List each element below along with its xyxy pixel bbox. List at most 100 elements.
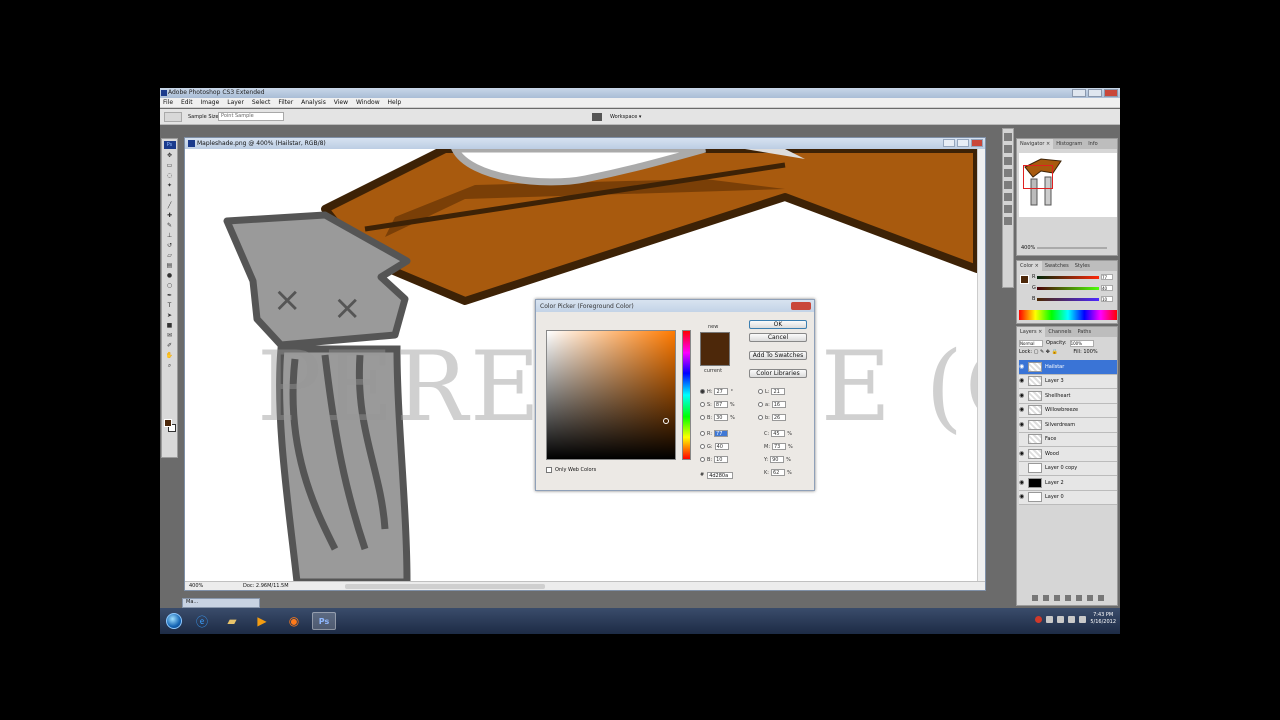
dodge-tool-icon[interactable]: ○ xyxy=(165,282,174,289)
recording-icon[interactable] xyxy=(1035,615,1043,623)
actions-panel-icon[interactable] xyxy=(1004,145,1012,153)
zoom-tool-icon[interactable]: ⌕ xyxy=(165,362,174,369)
blur-tool-icon[interactable]: ● xyxy=(165,272,174,279)
hex-field[interactable]: 4d280a xyxy=(707,472,734,479)
menu-layer[interactable]: Layer xyxy=(224,98,247,107)
blue-field[interactable]: 10 xyxy=(714,456,729,463)
lock-icons[interactable]: ▢ ✎ ✥ 🔒 xyxy=(1034,349,1058,355)
navigator-zoom[interactable]: 400% xyxy=(1021,245,1035,251)
internet-explorer-icon[interactable]: ⓔ xyxy=(190,612,214,630)
h-radio[interactable] xyxy=(700,389,705,394)
eyedropper-tool-icon[interactable]: ✐ xyxy=(165,342,174,349)
color-field[interactable] xyxy=(546,330,676,460)
visibility-eye-icon[interactable]: ◉ xyxy=(1019,392,1025,399)
tray-icon-1[interactable] xyxy=(1046,615,1054,623)
color-picker-close-button[interactable] xyxy=(791,302,811,310)
navigator-view-box[interactable] xyxy=(1023,165,1053,189)
layer-row[interactable]: Layer 0 copy xyxy=(1019,461,1117,476)
workspace-menu[interactable]: Workspace ▾ xyxy=(610,114,641,120)
layer-row[interactable]: ◉ Layer 2 xyxy=(1019,476,1117,491)
ok-button[interactable]: OK xyxy=(749,320,807,329)
folder-icon[interactable]: ▰ xyxy=(220,612,244,630)
menu-image[interactable]: Image xyxy=(198,98,223,107)
character-panel-icon[interactable] xyxy=(1004,193,1012,201)
clone-stamp-tool-icon[interactable]: ⊥ xyxy=(165,232,174,239)
r-field[interactable]: 77 xyxy=(714,430,729,437)
tab-histogram[interactable]: Histogram xyxy=(1053,139,1085,149)
volume-icon[interactable] xyxy=(1079,615,1087,623)
doc-minimize-button[interactable] xyxy=(943,139,955,147)
color-libraries-button[interactable]: Color Libraries xyxy=(749,369,807,378)
marquee-tool-icon[interactable]: ▭ xyxy=(165,162,174,169)
layer-row[interactable]: Face xyxy=(1019,432,1117,447)
tab-layers[interactable]: Layers × xyxy=(1017,327,1046,337)
menu-window[interactable]: Window xyxy=(353,98,383,107)
tab-color[interactable]: Color × xyxy=(1017,261,1042,271)
layer-style-icon[interactable] xyxy=(1043,595,1049,601)
blue-radio[interactable] xyxy=(700,457,705,462)
k-field[interactable]: 62 xyxy=(770,469,785,476)
color-field-cursor[interactable] xyxy=(663,418,669,424)
menu-analysis[interactable]: Analysis xyxy=(298,98,329,107)
layer-row[interactable]: ◉ Layer 3 xyxy=(1019,374,1117,389)
m-field[interactable]: 73 xyxy=(772,443,786,450)
layer-row[interactable]: ◉ Wood xyxy=(1019,447,1117,462)
color-g-slider[interactable] xyxy=(1037,287,1099,290)
layer-row[interactable]: ◉ Silverdream xyxy=(1019,418,1117,433)
move-tool-icon[interactable]: ✥ xyxy=(165,152,174,159)
tray-icon-2[interactable] xyxy=(1057,615,1065,623)
minimized-document-tab[interactable]: Ma... xyxy=(182,598,260,608)
tab-paths[interactable]: Paths xyxy=(1074,327,1094,337)
current-color-preview[interactable] xyxy=(700,349,730,366)
lasso-tool-icon[interactable]: ◌ xyxy=(165,172,174,179)
tab-info[interactable]: Info xyxy=(1085,139,1100,149)
new-group-icon[interactable] xyxy=(1076,595,1082,601)
tool-presets-panel-icon[interactable] xyxy=(1004,157,1012,165)
tab-swatches[interactable]: Swatches xyxy=(1042,261,1072,271)
a-radio[interactable] xyxy=(758,402,763,407)
maximize-button[interactable] xyxy=(1088,89,1102,97)
zoom-level[interactable]: 400% xyxy=(189,583,203,589)
tab-navigator[interactable]: Navigator × xyxy=(1017,139,1054,149)
c-field[interactable]: 45 xyxy=(771,430,786,437)
visibility-eye-icon[interactable] xyxy=(1019,465,1025,471)
delete-layer-icon[interactable] xyxy=(1098,595,1104,601)
g-radio[interactable] xyxy=(700,444,705,449)
layer-row[interactable]: ◉ Hailstar xyxy=(1019,360,1117,375)
blend-mode-select[interactable]: Normal xyxy=(1019,339,1043,347)
color-b-value[interactable]: 10 xyxy=(1101,296,1113,302)
doc-close-button[interactable] xyxy=(971,139,983,147)
layer-mask-icon[interactable] xyxy=(1054,595,1060,601)
pen-tool-icon[interactable]: ✒ xyxy=(165,292,174,299)
menu-filter[interactable]: Filter xyxy=(275,98,296,107)
r-radio[interactable] xyxy=(700,431,705,436)
visibility-eye-icon[interactable]: ◉ xyxy=(1019,378,1025,384)
h-field[interactable]: 27 xyxy=(714,388,729,395)
type-tool-icon[interactable]: T xyxy=(165,302,174,309)
g-field[interactable]: 40 xyxy=(714,443,729,450)
photoshop-taskbar-icon[interactable]: Ps xyxy=(312,612,336,630)
visibility-eye-icon[interactable]: ◉ xyxy=(1019,479,1025,486)
layer-row[interactable]: ◉ Shellheart xyxy=(1019,389,1117,404)
adjustment-layer-icon[interactable] xyxy=(1065,595,1071,601)
layer-row[interactable]: ◉ Willowbreeze xyxy=(1019,403,1117,418)
opacity-field[interactable]: 100% xyxy=(1069,339,1094,347)
brush-tool-icon[interactable]: ✎ xyxy=(165,222,174,229)
hand-tool-icon[interactable]: ✋ xyxy=(165,352,174,359)
color-r-slider[interactable] xyxy=(1037,276,1099,279)
layer-comps-panel-icon[interactable] xyxy=(1004,217,1012,225)
gradient-tool-icon[interactable]: ▤ xyxy=(165,262,174,269)
new-layer-icon[interactable] xyxy=(1087,595,1093,601)
color-spectrum-bar[interactable] xyxy=(1019,310,1117,320)
history-panel-icon[interactable] xyxy=(1004,133,1012,141)
navigator-preview[interactable] xyxy=(1019,153,1117,217)
link-layers-icon[interactable] xyxy=(1032,595,1038,601)
firefox-icon[interactable]: ◉ xyxy=(282,612,306,630)
cancel-button[interactable]: Cancel xyxy=(749,333,807,342)
close-button[interactable] xyxy=(1104,89,1118,97)
path-selection-tool-icon[interactable]: ➤ xyxy=(165,312,174,319)
healing-brush-tool-icon[interactable]: ✚ xyxy=(165,212,174,219)
sample-size-select[interactable]: Point Sample xyxy=(218,112,284,121)
image-canvas[interactable]: × × PEREGRINE (C) Color Picker (Foregrou… xyxy=(185,149,977,582)
start-button[interactable] xyxy=(162,612,186,630)
